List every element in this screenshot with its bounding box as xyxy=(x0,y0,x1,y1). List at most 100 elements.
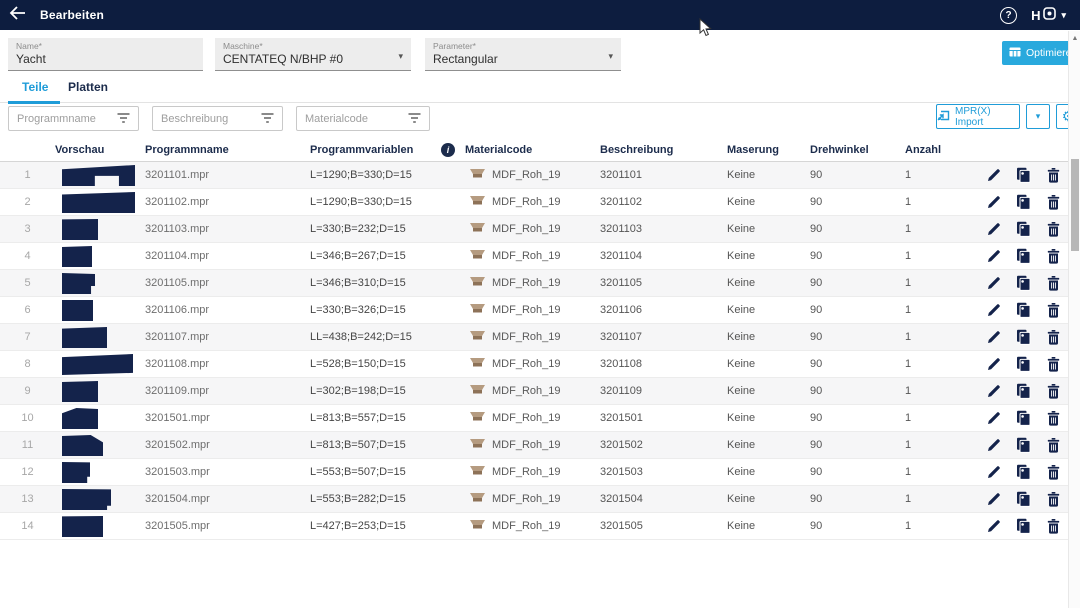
count-cell: 1 xyxy=(905,331,980,343)
delete-button[interactable] xyxy=(1046,275,1061,291)
edit-button[interactable] xyxy=(986,410,1001,426)
back-button[interactable] xyxy=(0,0,34,30)
duplicate-button[interactable] xyxy=(1016,221,1031,237)
edit-button[interactable] xyxy=(986,302,1001,318)
part-shape-icon xyxy=(62,381,98,402)
duplicate-button[interactable] xyxy=(1016,329,1031,345)
delete-button[interactable] xyxy=(1046,221,1061,237)
material-board-icon xyxy=(469,195,486,209)
optimize-button[interactable]: Optimieren xyxy=(1002,41,1074,65)
row-actions xyxy=(980,518,1080,534)
edit-button[interactable] xyxy=(986,167,1001,183)
part-preview xyxy=(55,462,145,483)
duplicate-button[interactable] xyxy=(1016,248,1031,264)
grain-cell: Keine xyxy=(727,277,810,289)
table-row[interactable]: 13201101.mprL=1290;B=330;D=15MDF_Roh_193… xyxy=(0,162,1080,189)
delete-button[interactable] xyxy=(1046,437,1061,453)
tab-teile[interactable]: Teile xyxy=(22,80,48,94)
table-row[interactable]: 143201505.mprL=427;B=253;D=15MDF_Roh_193… xyxy=(0,513,1080,540)
description-cell: 3201105 xyxy=(600,277,727,289)
material-board-icon xyxy=(469,303,486,317)
material-board-icon xyxy=(469,465,486,479)
edit-button[interactable] xyxy=(986,356,1001,372)
edit-button[interactable] xyxy=(986,329,1001,345)
table-row[interactable]: 83201108.mprL=528;B=150;D=15MDF_Roh_1932… xyxy=(0,351,1080,378)
delete-button[interactable] xyxy=(1046,410,1061,426)
duplicate-button[interactable] xyxy=(1016,383,1031,399)
edit-button[interactable] xyxy=(986,275,1001,291)
rotation-angle-cell: 90 xyxy=(810,520,905,532)
delete-button[interactable] xyxy=(1046,302,1061,318)
edit-button[interactable] xyxy=(986,437,1001,453)
edit-button[interactable] xyxy=(986,221,1001,237)
material-code-label: MDF_Roh_19 xyxy=(492,493,560,505)
duplicate-button[interactable] xyxy=(1016,518,1031,534)
filter-beschreibung-input[interactable]: Beschreibung xyxy=(152,106,283,131)
duplicate-button[interactable] xyxy=(1016,464,1031,480)
table-row[interactable]: 113201502.mprL=813;B=507;D=15MDF_Roh_193… xyxy=(0,432,1080,459)
material-code-label: MDF_Roh_19 xyxy=(492,331,560,343)
delete-button[interactable] xyxy=(1046,518,1061,534)
program-name-cell: 3201504.mpr xyxy=(145,493,310,505)
scrollbar-thumb[interactable] xyxy=(1071,159,1079,251)
table-row[interactable]: 33201103.mprL=330;B=232;D=15MDF_Roh_1932… xyxy=(0,216,1080,243)
delete-button[interactable] xyxy=(1046,491,1061,507)
program-name-cell: 3201505.mpr xyxy=(145,520,310,532)
table-row[interactable]: 43201104.mprL=346;B=267;D=15MDF_Roh_1932… xyxy=(0,243,1080,270)
delete-button[interactable] xyxy=(1046,194,1061,210)
help-button[interactable]: ? xyxy=(1000,7,1017,24)
duplicate-button[interactable] xyxy=(1016,356,1031,372)
import-options-button[interactable]: ▾ xyxy=(1026,104,1050,129)
material-code-label: MDF_Roh_19 xyxy=(492,169,560,181)
mpr-import-button[interactable]: MPR(X) Import xyxy=(936,104,1020,129)
edit-button[interactable] xyxy=(986,491,1001,507)
program-variables-cell: L=813;B=557;D=15 xyxy=(310,412,465,424)
chevron-down-icon: ▾ xyxy=(1061,10,1066,21)
page-title: Bearbeiten xyxy=(40,8,104,22)
table-row[interactable]: 73201107.mprLL=438;B=242;D=15MDF_Roh_193… xyxy=(0,324,1080,351)
delete-button[interactable] xyxy=(1046,383,1061,399)
edit-button[interactable] xyxy=(986,383,1001,399)
filter-programmname-input[interactable]: Programmname xyxy=(8,106,139,131)
program-name-cell: 3201108.mpr xyxy=(145,358,310,370)
delete-button[interactable] xyxy=(1046,248,1061,264)
material-code-label: MDF_Roh_19 xyxy=(492,412,560,424)
edit-button[interactable] xyxy=(986,248,1001,264)
parameter-select[interactable]: Parameter* Rectangular ▾ xyxy=(425,38,621,71)
duplicate-button[interactable] xyxy=(1016,167,1031,183)
vertical-scrollbar[interactable]: ▲ xyxy=(1068,31,1080,608)
delete-button[interactable] xyxy=(1046,356,1061,372)
duplicate-button[interactable] xyxy=(1016,491,1031,507)
table-row[interactable]: 123201503.mprL=553;B=507;D=15MDF_Roh_193… xyxy=(0,459,1080,486)
info-icon[interactable]: i xyxy=(441,143,455,157)
duplicate-button[interactable] xyxy=(1016,410,1031,426)
account-menu[interactable]: H ▾ xyxy=(1031,7,1066,23)
count-cell: 1 xyxy=(905,439,980,451)
edit-button[interactable] xyxy=(986,464,1001,480)
table-row[interactable]: 103201501.mprL=813;B=557;D=15MDF_Roh_193… xyxy=(0,405,1080,432)
program-name-cell: 3201501.mpr xyxy=(145,412,310,424)
name-field[interactable]: Name* Yacht xyxy=(8,38,203,71)
table-row[interactable]: 133201504.mprL=553;B=282;D=15MDF_Roh_193… xyxy=(0,486,1080,513)
duplicate-button[interactable] xyxy=(1016,302,1031,318)
row-number: 14 xyxy=(0,520,55,532)
filter-materialcode-input[interactable]: Materialcode xyxy=(296,106,430,131)
edit-button[interactable] xyxy=(986,194,1001,210)
table-row[interactable]: 23201102.mprL=1290;B=330;D=15MDF_Roh_193… xyxy=(0,189,1080,216)
table-row[interactable]: 63201106.mprL=330;B=326;D=15MDF_Roh_1932… xyxy=(0,297,1080,324)
table-row[interactable]: 93201109.mprL=302;B=198;D=15MDF_Roh_1932… xyxy=(0,378,1080,405)
duplicate-button[interactable] xyxy=(1016,275,1031,291)
edit-button[interactable] xyxy=(986,518,1001,534)
tab-platten[interactable]: Platten xyxy=(68,80,108,94)
duplicate-button[interactable] xyxy=(1016,194,1031,210)
delete-button[interactable] xyxy=(1046,464,1061,480)
scroll-up-arrow-icon[interactable]: ▲ xyxy=(1071,35,1079,43)
row-number: 7 xyxy=(0,331,55,343)
material-cell: MDF_Roh_19 xyxy=(465,195,600,209)
material-cell: MDF_Roh_19 xyxy=(465,438,600,452)
machine-select[interactable]: Maschine* CENTATEQ N/BHP #0 ▾ xyxy=(215,38,411,71)
table-row[interactable]: 53201105.mprL=346;B=310;D=15MDF_Roh_1932… xyxy=(0,270,1080,297)
duplicate-button[interactable] xyxy=(1016,437,1031,453)
delete-button[interactable] xyxy=(1046,167,1061,183)
delete-button[interactable] xyxy=(1046,329,1061,345)
